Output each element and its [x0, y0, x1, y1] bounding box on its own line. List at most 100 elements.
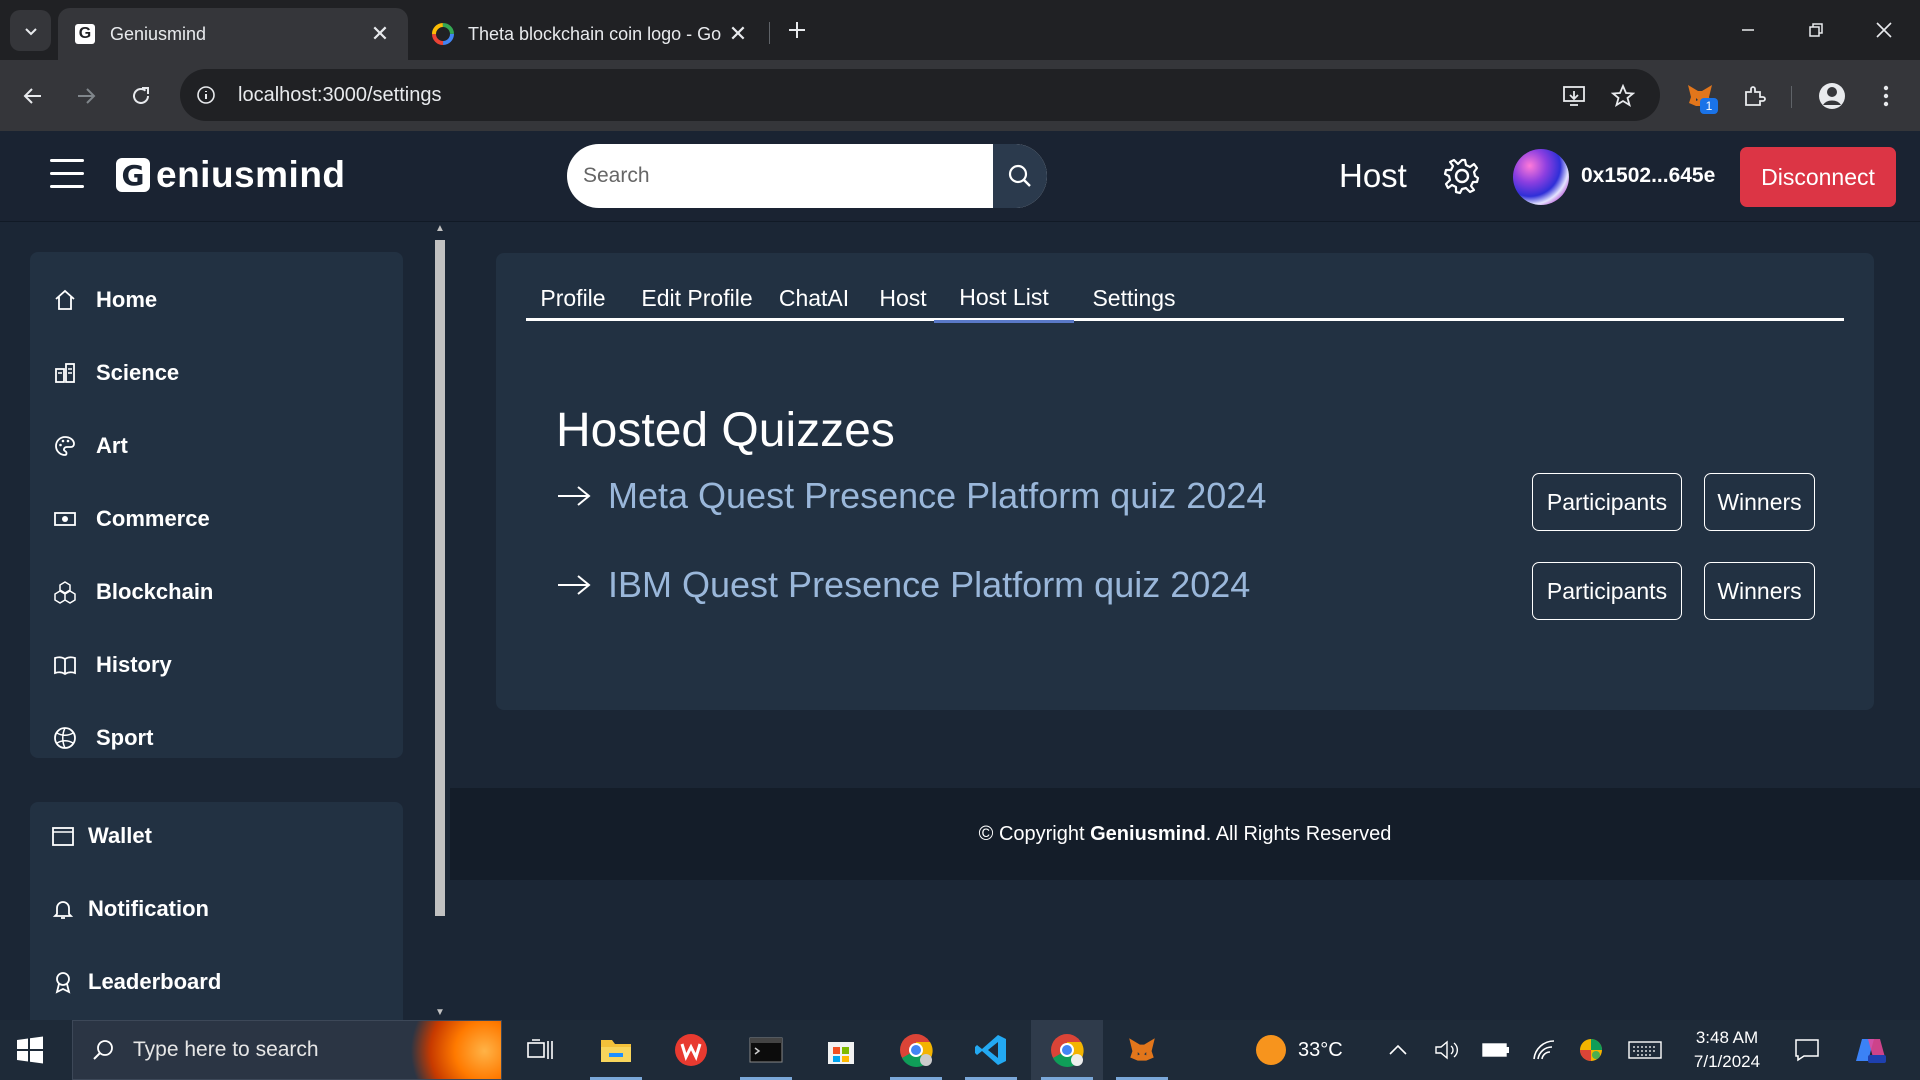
sidebar-item-sport[interactable]: Sport: [52, 716, 153, 760]
copilot-icon: [1856, 1039, 1886, 1063]
sidebar-item-history[interactable]: History: [52, 643, 172, 687]
sidebar-item-leaderboard[interactable]: Leaderboard: [50, 960, 221, 1004]
battery-button[interactable]: [1482, 1020, 1510, 1080]
sidebar-scrollbar[interactable]: ▲ ▼: [431, 222, 450, 1020]
hamburger-menu-icon[interactable]: [50, 159, 86, 191]
search-button[interactable]: [993, 144, 1047, 208]
site-info-icon[interactable]: [188, 77, 224, 113]
quiz-item[interactable]: IBM Quest Presence Platform quiz 2024: [556, 555, 1250, 615]
google-favicon-icon: [432, 23, 454, 45]
new-tab-button[interactable]: [781, 14, 813, 46]
wallet-icon: [50, 823, 76, 849]
close-tab-icon[interactable]: ✕: [726, 21, 750, 46]
notification-center-button[interactable]: [1794, 1020, 1820, 1080]
tab-host[interactable]: Host: [872, 275, 934, 321]
footer: © Copyright Geniusmind . All Rights Rese…: [450, 788, 1920, 880]
back-button[interactable]: [15, 78, 51, 114]
forward-button[interactable]: [68, 78, 104, 114]
scroll-up-arrow-icon[interactable]: ▲: [434, 224, 446, 234]
quiz-name[interactable]: IBM Quest Presence Platform quiz 2024: [608, 564, 1250, 606]
kebab-menu-icon: [1883, 85, 1889, 107]
sidebar-item-label: Home: [96, 287, 158, 312]
profile-icon: [1819, 83, 1845, 109]
tab-profile[interactable]: Profile: [526, 275, 620, 321]
metamask-extension-button[interactable]: 1: [1682, 78, 1718, 114]
browser-menu-button[interactable]: [1868, 78, 1904, 114]
profile-button[interactable]: [1814, 78, 1850, 114]
store-icon: [828, 1042, 854, 1064]
terminal-button[interactable]: [730, 1020, 802, 1080]
tab-search-button[interactable]: [10, 10, 51, 51]
scroll-down-arrow-icon[interactable]: ▼: [434, 1008, 446, 1018]
toolbar-divider: [1791, 86, 1792, 108]
sidebar-item-commerce[interactable]: Commerce: [52, 497, 210, 541]
volume-button[interactable]: [1434, 1020, 1460, 1080]
chrome-profile-button[interactable]: [1031, 1020, 1103, 1080]
sidebar-item-science[interactable]: Science: [52, 351, 179, 395]
chrome-button[interactable]: [880, 1020, 952, 1080]
close-tab-icon[interactable]: ✕: [368, 21, 392, 46]
minimize-icon: [1742, 29, 1754, 31]
close-window-button[interactable]: [1856, 8, 1912, 52]
chat-bubble-icon: [1795, 1039, 1819, 1062]
weather-widget[interactable]: 33°C: [1256, 1020, 1343, 1080]
show-hidden-icons-button[interactable]: [1388, 1020, 1408, 1080]
sidebar-item-label: Notification: [88, 896, 209, 921]
url-text: localhost:3000/settings: [238, 83, 442, 106]
wallet-avatar[interactable]: [1513, 149, 1569, 205]
geniusmind-logo[interactable]: G eniusmind: [116, 151, 346, 199]
participants-button[interactable]: Participants: [1532, 473, 1682, 531]
tab-host-list[interactable]: Host List: [934, 275, 1074, 323]
bookmark-button[interactable]: [1605, 78, 1641, 114]
science-icon: [52, 360, 78, 386]
settings-button[interactable]: [1443, 157, 1481, 195]
tab-edit-profile[interactable]: Edit Profile: [638, 275, 756, 321]
reload-button[interactable]: [123, 78, 159, 114]
book-icon: [52, 652, 78, 678]
disconnect-button[interactable]: Disconnect: [1740, 147, 1896, 207]
network-button[interactable]: [1532, 1020, 1556, 1080]
quiz-name[interactable]: Meta Quest Presence Platform quiz 2024: [608, 475, 1266, 517]
restore-button[interactable]: [1788, 8, 1844, 52]
taskbar-search[interactable]: Type here to search: [72, 1020, 502, 1080]
palette-icon: [52, 433, 78, 459]
sidebar-item-wallet[interactable]: Wallet: [50, 814, 152, 858]
google-drive-tray-button[interactable]: [1578, 1020, 1604, 1080]
browser-tab-theta[interactable]: Theta blockchain coin logo - Go ✕: [416, 8, 766, 60]
task-view-button[interactable]: [504, 1020, 576, 1080]
star-icon: [1611, 84, 1635, 107]
system-clock[interactable]: 3:48 AM 7/1/2024: [1672, 1026, 1782, 1074]
install-app-button[interactable]: [1556, 78, 1592, 114]
microsoft-store-button[interactable]: [805, 1020, 877, 1080]
vscode-button[interactable]: [955, 1020, 1027, 1080]
address-bar[interactable]: localhost:3000/settings: [180, 69, 1660, 121]
winners-button[interactable]: Winners: [1704, 562, 1815, 620]
sidebar-item-label: Sport: [96, 725, 154, 750]
participants-button[interactable]: Participants: [1532, 562, 1682, 620]
wps-office-button[interactable]: [655, 1020, 727, 1080]
sidebar-item-art[interactable]: Art: [52, 424, 128, 468]
profile-tabs: Profile Edit Profile ChatAI Host Host Li…: [526, 275, 1844, 323]
tab-settings[interactable]: Settings: [1086, 275, 1182, 321]
extensions-button[interactable]: [1736, 78, 1772, 114]
minimize-button[interactable]: [1720, 8, 1776, 52]
host-link[interactable]: Host: [1339, 157, 1407, 195]
search-input[interactable]: [583, 144, 983, 208]
wallet-address[interactable]: 0x1502...645e: [1581, 164, 1715, 188]
scrollbar-thumb[interactable]: [435, 240, 445, 916]
sidebar-item-blockchain[interactable]: Blockchain: [52, 570, 213, 614]
windows-start-icon[interactable]: [14, 1034, 46, 1066]
copilot-button[interactable]: [1854, 1020, 1888, 1080]
sidebar-item-home[interactable]: Home: [52, 278, 157, 322]
sidebar-item-notification[interactable]: Notification: [50, 887, 209, 931]
folder-icon: [601, 1040, 631, 1062]
winners-button[interactable]: Winners: [1704, 473, 1815, 531]
quiz-item[interactable]: Meta Quest Presence Platform quiz 2024: [556, 466, 1266, 526]
file-explorer-button[interactable]: [580, 1020, 652, 1080]
task-view-icon: [527, 1039, 553, 1059]
browser-tab-geniusmind[interactable]: G Geniusmind ✕: [58, 8, 408, 60]
tab-chatai[interactable]: ChatAI: [774, 275, 854, 321]
keyboard-button[interactable]: [1628, 1020, 1662, 1080]
metamask-taskbar-button[interactable]: [1106, 1020, 1178, 1080]
vscode-icon: [975, 1035, 1006, 1065]
